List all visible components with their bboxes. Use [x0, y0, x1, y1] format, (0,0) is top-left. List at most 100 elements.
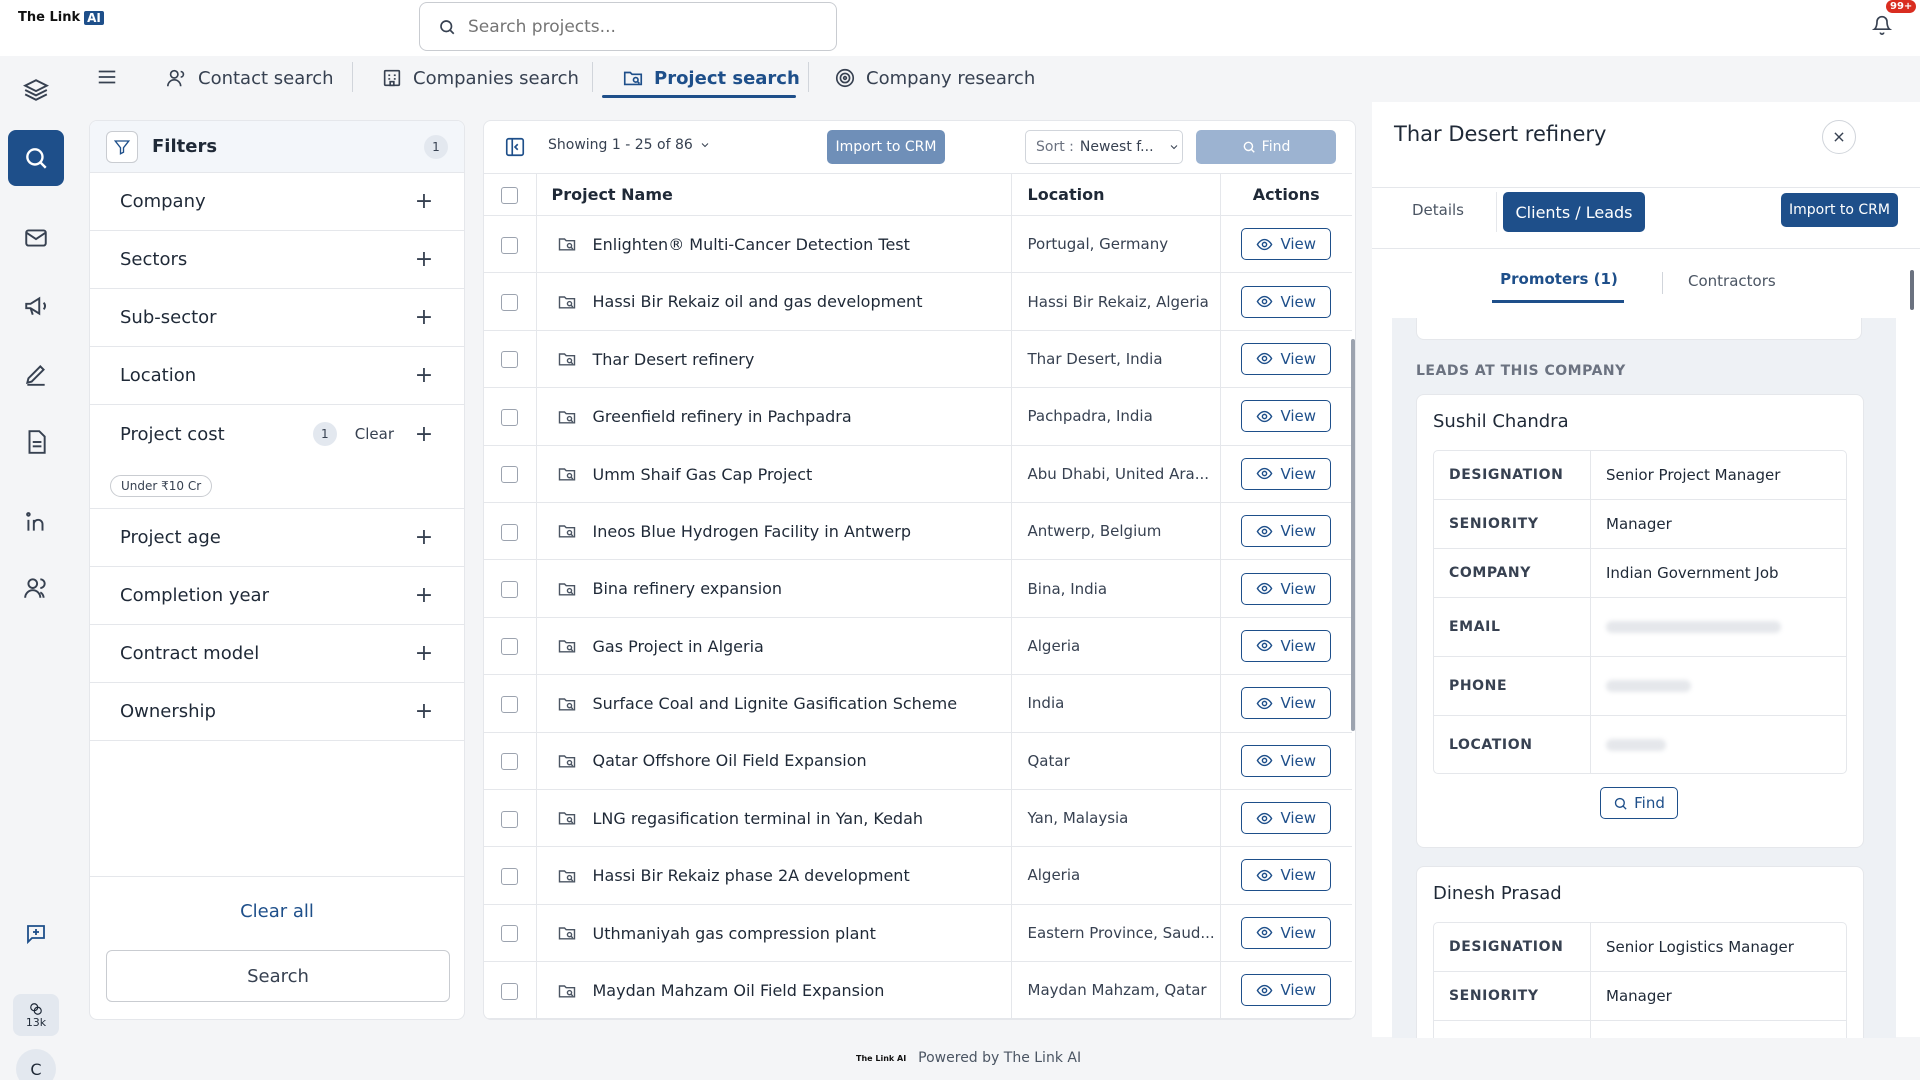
rail-write[interactable]	[8, 346, 64, 402]
project-name-cell[interactable]: Bina refinery expansion	[536, 559, 1011, 618]
subtab-promoters[interactable]: Promoters (1)	[1494, 270, 1624, 288]
rail-campaigns[interactable]	[8, 278, 64, 334]
filter-sectors[interactable]: Sectors +	[90, 231, 464, 289]
project-name-cell[interactable]: Maydan Mahzam Oil Field Expansion	[536, 961, 1011, 1019]
rail-linkedin[interactable]	[8, 494, 64, 550]
row-checkbox[interactable]	[501, 925, 519, 943]
row-checkbox[interactable]	[501, 294, 519, 312]
table-row[interactable]: Greenfield refinery in Pachpadra Pachpadr…	[484, 387, 1352, 446]
view-button[interactable]: View	[1241, 974, 1332, 1007]
filter-project-age[interactable]: Project age +	[90, 509, 464, 567]
project-name-cell[interactable]: Uthmaniyah gas compression plant	[536, 904, 1011, 963]
pagination-dropdown[interactable]: Showing 1 - 25 of 86	[548, 137, 711, 153]
row-checkbox[interactable]	[501, 867, 519, 885]
view-button[interactable]: View	[1241, 457, 1332, 490]
find-button[interactable]: Find	[1196, 130, 1336, 164]
view-button[interactable]: View	[1241, 572, 1332, 605]
row-checkbox[interactable]	[501, 695, 519, 713]
filter-contract-model[interactable]: Contract model +	[90, 625, 464, 683]
project-name-cell[interactable]: Umm Shaif Gas Cap Project	[536, 445, 1011, 503]
project-name-cell[interactable]: Enlighten® Multi-Cancer Detection Test	[536, 215, 1011, 274]
filter-company[interactable]: Company +	[90, 173, 464, 231]
rail-users[interactable]	[8, 560, 64, 616]
project-name-cell[interactable]: Gas Project in Algeria	[536, 617, 1011, 676]
row-checkbox[interactable]	[501, 236, 519, 254]
detail-scrollbar[interactable]	[1910, 270, 1914, 310]
filter-sub-sector[interactable]: Sub-sector +	[90, 289, 464, 347]
project-name-cell[interactable]: Hassi Bir Rekaiz oil and gas development	[536, 272, 1011, 331]
view-button[interactable]: View	[1241, 744, 1332, 777]
project-name-cell[interactable]: Qatar Offshore Oil Field Expansion	[536, 732, 1011, 790]
credits-counter[interactable]: 13k	[13, 994, 59, 1036]
row-checkbox[interactable]	[501, 408, 519, 426]
project-name-cell[interactable]: LNG regasification terminal in Yan, Keda…	[536, 789, 1011, 848]
table-row[interactable]: Ineos Blue Hydrogen Facility in Antwerp A…	[484, 502, 1352, 561]
view-button[interactable]: View	[1241, 916, 1332, 949]
table-scrollbar[interactable]	[1351, 339, 1355, 731]
menu-button[interactable]	[96, 66, 118, 88]
table-row[interactable]: Thar Desert refinery Thar Desert, India Vi…	[484, 330, 1352, 389]
rail-layers[interactable]	[8, 62, 64, 118]
clear-project-cost-button[interactable]: Clear	[355, 425, 394, 443]
filter-ownership[interactable]: Ownership +	[90, 683, 464, 741]
table-row[interactable]: Maydan Mahzam Oil Field Expansion Maydan …	[484, 961, 1352, 1019]
column-header-location[interactable]: Location	[1010, 173, 1220, 216]
clear-all-button[interactable]: Clear all	[90, 901, 464, 922]
rail-search[interactable]	[8, 130, 64, 186]
row-checkbox[interactable]	[501, 466, 519, 484]
tab-companies-search[interactable]: Companies search	[381, 58, 579, 98]
search-box[interactable]	[419, 2, 837, 51]
project-name-cell[interactable]: Ineos Blue Hydrogen Facility in Antwerp	[536, 502, 1011, 561]
select-all-checkbox[interactable]	[501, 187, 519, 204]
table-row[interactable]: Bina refinery expansion Bina, India View	[484, 559, 1352, 618]
view-button[interactable]: View	[1241, 228, 1332, 261]
filter-location[interactable]: Location +	[90, 347, 464, 405]
import-to-crm-button[interactable]: Import to CRM	[827, 130, 945, 164]
project-name-cell[interactable]: Hassi Bir Rekaiz phase 2A development	[536, 846, 1011, 905]
row-checkbox[interactable]	[501, 810, 519, 828]
project-name-cell[interactable]: Thar Desert refinery	[536, 330, 1011, 389]
row-checkbox[interactable]	[501, 581, 519, 599]
table-row[interactable]: Uthmaniyah gas compression plant Eastern …	[484, 904, 1352, 963]
row-checkbox[interactable]	[501, 523, 519, 541]
row-checkbox[interactable]	[501, 982, 519, 1000]
close-button[interactable]	[1822, 120, 1856, 154]
filter-completion-year[interactable]: Completion year +	[90, 567, 464, 625]
subtab-contractors[interactable]: Contractors	[1688, 272, 1776, 290]
notifications-button[interactable]	[1872, 14, 1892, 36]
project-name-cell[interactable]: Greenfield refinery in Pachpadra	[536, 387, 1011, 446]
app-logo[interactable]: The Link AI	[18, 10, 104, 25]
row-checkbox[interactable]	[501, 753, 519, 771]
avatar[interactable]: C	[16, 1049, 56, 1080]
table-row[interactable]: Surface Coal and Lignite Gasification Sc…	[484, 674, 1352, 733]
table-row[interactable]: Qatar Offshore Oil Field Expansion Qatar V…	[484, 732, 1352, 790]
filter-project-cost[interactable]: Project cost 1 Clear +	[90, 405, 464, 463]
rail-documents[interactable]	[8, 414, 64, 470]
table-row[interactable]: LNG regasification terminal in Yan, Keda…	[484, 789, 1352, 848]
tab-details[interactable]: Details	[1412, 201, 1464, 219]
view-button[interactable]: View	[1241, 285, 1332, 318]
collapse-panel-icon[interactable]	[504, 136, 526, 158]
view-button[interactable]: View	[1241, 515, 1332, 548]
project-name-cell[interactable]: Surface Coal and Lignite Gasification Sc…	[536, 674, 1011, 733]
lead-find-button[interactable]: Find	[1600, 787, 1678, 819]
tab-clients-leads[interactable]: Clients / Leads	[1503, 192, 1645, 232]
table-row[interactable]: Hassi Bir Rekaiz phase 2A development Alg…	[484, 846, 1352, 905]
row-checkbox[interactable]	[501, 638, 519, 656]
search-button[interactable]: Search	[106, 950, 450, 1002]
rail-feedback[interactable]	[8, 906, 64, 962]
view-button[interactable]: View	[1241, 400, 1332, 433]
detail-import-to-crm-button[interactable]: Import to CRM	[1781, 193, 1898, 227]
filter-toggle[interactable]	[106, 130, 138, 163]
view-button[interactable]: View	[1241, 342, 1332, 375]
table-row[interactable]: Enlighten® Multi-Cancer Detection Test Po…	[484, 215, 1352, 274]
table-row[interactable]: Gas Project in Algeria Algeria View	[484, 617, 1352, 676]
search-input[interactable]	[468, 16, 808, 37]
table-row[interactable]: Umm Shaif Gas Cap Project Abu Dhabi, Unit…	[484, 445, 1352, 503]
row-checkbox[interactable]	[501, 351, 519, 369]
tab-project-search[interactable]: Project search	[622, 58, 800, 98]
column-header-name[interactable]: Project Name	[536, 173, 1011, 216]
view-button[interactable]: View	[1241, 687, 1332, 720]
table-row[interactable]: Hassi Bir Rekaiz oil and gas development…	[484, 272, 1352, 331]
filter-chip[interactable]: Under ₹10 Cr	[110, 474, 213, 497]
